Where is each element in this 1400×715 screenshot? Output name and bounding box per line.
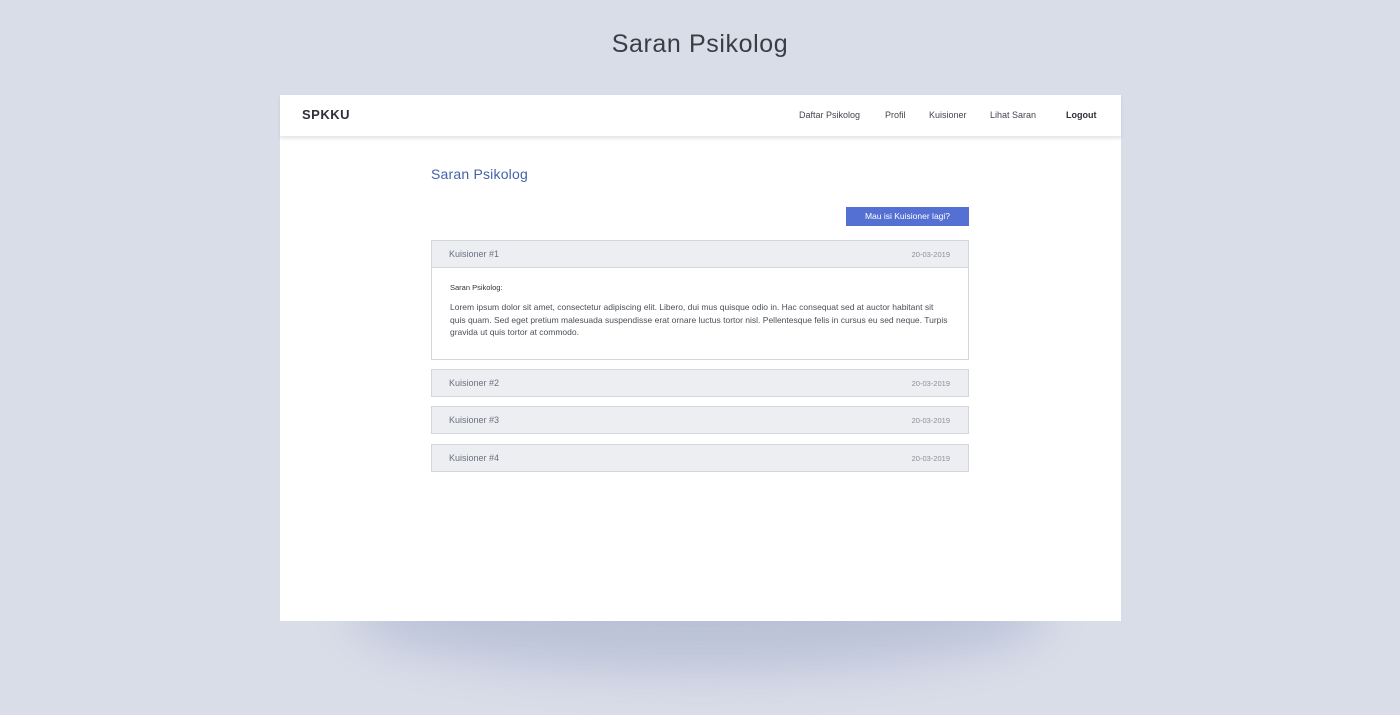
- accordion-date: 20-03-2019: [911, 416, 950, 425]
- page-title: Saran Psikolog: [611, 30, 789, 58]
- nav-profil[interactable]: Profil: [885, 110, 906, 120]
- app-window: SPKKU Daftar Psikolog Profil Kuisioner L…: [280, 95, 1121, 621]
- accordion-item: Kuisioner #4 20-03-2019: [431, 444, 969, 472]
- accordion-body: Saran Psikolog: Lorem ipsum dolor sit am…: [432, 268, 968, 359]
- nav-lihat-saran[interactable]: Lihat Saran: [990, 110, 1036, 120]
- accordion-item: Kuisioner #2 20-03-2019: [431, 369, 969, 397]
- accordion-item: Kuisioner #1 20-03-2019 Saran Psikolog: …: [431, 240, 969, 360]
- accordion-header[interactable]: Kuisioner #2 20-03-2019: [432, 370, 968, 396]
- nav-kuisioner[interactable]: Kuisioner: [929, 110, 967, 120]
- advice-label: Saran Psikolog:: [450, 283, 503, 292]
- nav-daftar-psikolog[interactable]: Daftar Psikolog: [799, 110, 860, 120]
- advice-text: Lorem ipsum dolor sit amet, consectetur …: [450, 302, 948, 337]
- nav-logout[interactable]: Logout: [1066, 110, 1097, 120]
- accordion-title: Kuisioner #4: [449, 453, 500, 463]
- accordion-title: Kuisioner #3: [449, 415, 500, 425]
- accordion-item: Kuisioner #3 20-03-2019: [431, 406, 969, 434]
- accordion-header[interactable]: Kuisioner #3 20-03-2019: [432, 407, 968, 433]
- accordion-date: 20-03-2019: [911, 454, 950, 463]
- accordion-header[interactable]: Kuisioner #1 20-03-2019: [432, 241, 968, 268]
- section-title: Saran Psikolog: [431, 166, 528, 182]
- accordion-title: Kuisioner #2: [449, 378, 500, 388]
- brand-logo[interactable]: SPKKU: [302, 107, 350, 122]
- accordion-date: 20-03-2019: [911, 379, 950, 388]
- accordion-header[interactable]: Kuisioner #4 20-03-2019: [432, 445, 968, 471]
- fill-questionnaire-button[interactable]: Mau isi Kuisioner lagi?: [846, 207, 969, 226]
- accordion-title: Kuisioner #1: [449, 249, 500, 259]
- navbar: SPKKU Daftar Psikolog Profil Kuisioner L…: [280, 95, 1121, 137]
- accordion-date: 20-03-2019: [911, 250, 950, 259]
